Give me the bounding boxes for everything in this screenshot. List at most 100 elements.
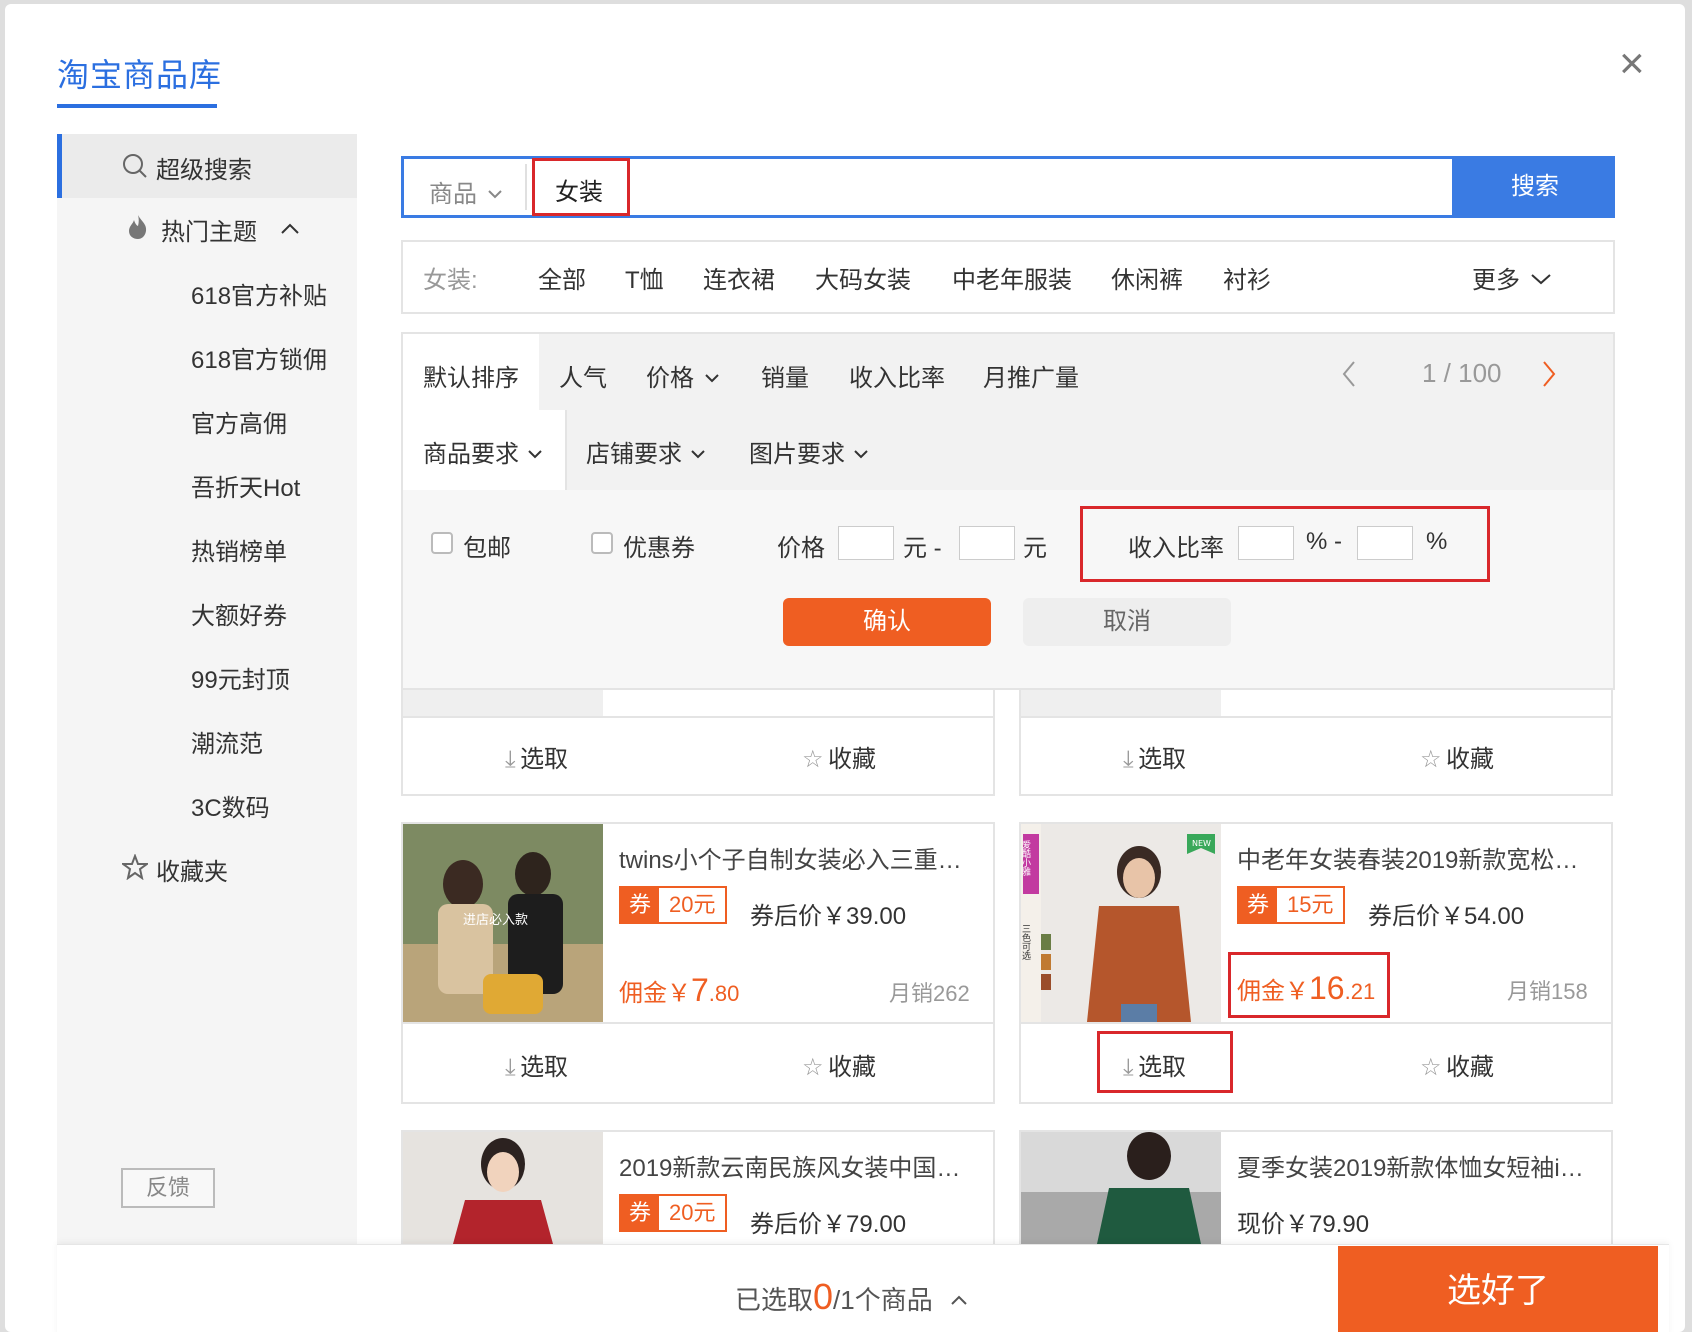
sidebar-item-hot[interactable]: 吾折天Hot: [191, 468, 300, 503]
chevron-right-icon[interactable]: [1541, 360, 1557, 388]
product-image[interactable]: [1021, 1132, 1221, 1244]
card-divider: [403, 1022, 993, 1024]
sidebar-item-high-commission[interactable]: 官方高佣: [191, 404, 287, 439]
sidebar-item-3c-digital[interactable]: 3C数码: [191, 788, 270, 823]
search-button[interactable]: 搜索: [1455, 156, 1615, 218]
price-min-input[interactable]: [838, 526, 894, 560]
coupon-badge: 券 15元: [1237, 886, 1346, 924]
done-button[interactable]: 选好了: [1338, 1246, 1658, 1332]
sidebar-item-trend[interactable]: 潮流范: [191, 724, 263, 759]
monthly-sales: 月销158: [1507, 979, 1588, 1004]
chevron-down-icon: [705, 374, 720, 383]
sort-income-rate[interactable]: 收入比率: [849, 358, 945, 393]
product-title[interactable]: 中老年女装春装2019新款宽松…: [1237, 840, 1578, 875]
image-requirements-dropdown[interactable]: 图片要求: [749, 434, 869, 469]
coupon-value: 20元: [669, 892, 716, 917]
search-icon: [123, 154, 147, 178]
sort-monthly-promo[interactable]: 月推广量: [983, 358, 1079, 393]
category-casual-pants[interactable]: 休闲裤: [1111, 260, 1183, 295]
category-middle-aged[interactable]: 中老年服装: [952, 260, 1072, 295]
favorite-label: 收藏: [827, 746, 876, 773]
sidebar-item-label: 热门主题: [161, 219, 257, 246]
favorite-button[interactable]: ☆ 收藏: [802, 739, 876, 774]
title-underline: [57, 104, 217, 108]
current-price: 现价￥79.90: [1237, 1211, 1370, 1238]
select-label: 选取: [520, 1054, 569, 1081]
select-button[interactable]: ⤓ 选取: [505, 739, 568, 774]
category-more[interactable]: 更多: [1472, 260, 1552, 295]
feedback-button[interactable]: 反馈: [121, 1168, 215, 1208]
chevron-left-icon[interactable]: [1341, 360, 1357, 388]
sort-price[interactable]: 价格: [646, 358, 720, 393]
category-tshirt[interactable]: T恤: [625, 260, 664, 295]
product-title[interactable]: twins小个子自制女装必入三重…: [619, 840, 962, 875]
after-coupon-price: 券后价￥39.00: [750, 903, 907, 930]
sidebar-item-big-coupons[interactable]: 大额好券: [191, 596, 287, 631]
selected-summary[interactable]: 已选取0/1个商品: [735, 1276, 967, 1318]
free-shipping-checkbox[interactable]: [431, 532, 453, 554]
commission-highlight: [1228, 952, 1390, 1018]
after-coupon-price: 券后价￥54.00: [1368, 903, 1525, 930]
favorite-button[interactable]: ☆ 收藏: [1420, 1047, 1494, 1082]
product-image[interactable]: [403, 1132, 603, 1244]
chevron-down-icon: [1531, 274, 1552, 285]
favorite-button[interactable]: ☆ 收藏: [802, 1047, 876, 1082]
card-divider: [1021, 716, 1611, 718]
sidebar-item-618-subsidy[interactable]: 618官方补贴: [191, 276, 327, 311]
category-prefix: 女装:: [423, 267, 478, 294]
search-type-label: 商品: [429, 181, 477, 208]
chevron-up-icon: [951, 1295, 967, 1305]
favorite-button[interactable]: ☆ 收藏: [1420, 739, 1494, 774]
coupon-checkbox[interactable]: [591, 532, 613, 554]
price-label: 价格: [777, 535, 825, 562]
product-requirements-dropdown[interactable]: 商品要求: [423, 434, 543, 469]
sort-sales[interactable]: 销量: [761, 358, 809, 393]
store-requirements-dropdown[interactable]: 店铺要求: [586, 434, 706, 469]
download-icon: ⤓: [1123, 746, 1134, 773]
product-library-modal: 淘宝商品库 × 超级搜索 热门主题 618官方补贴 618官方锁佣 官方高佣 吾…: [5, 4, 1685, 1332]
category-all[interactable]: 全部: [538, 260, 586, 295]
select-button[interactable]: ⤓ 选取: [1123, 739, 1186, 774]
store-requirements-label: 店铺要求: [586, 441, 682, 468]
star-icon: ☆: [802, 1054, 824, 1081]
download-icon: ⤓: [505, 746, 516, 773]
favorite-label: 收藏: [1445, 1054, 1494, 1081]
category-dress[interactable]: 连衣裙: [703, 260, 775, 295]
confirm-button[interactable]: 确认: [783, 598, 991, 646]
star-icon: [122, 854, 148, 880]
category-shirt[interactable]: 衬衫: [1223, 260, 1271, 295]
sort-popularity[interactable]: 人气: [559, 358, 607, 393]
sidebar-item-618-commission[interactable]: 618官方锁佣: [191, 340, 327, 375]
close-icon[interactable]: ×: [1619, 42, 1645, 86]
sort-price-label: 价格: [646, 365, 694, 392]
search-type-select[interactable]: 商品: [429, 174, 503, 209]
select-button[interactable]: ⤓ 选取: [505, 1047, 568, 1082]
coupon-badge: 券 20元: [619, 886, 728, 924]
download-icon: ⤓: [505, 1054, 516, 1081]
price-min-unit: 元 -: [903, 535, 942, 562]
price-max-input[interactable]: [959, 526, 1015, 560]
product-title[interactable]: 2019新款云南民族风女装中国…: [619, 1148, 960, 1183]
coupon-tag: 券: [1239, 888, 1277, 922]
modal-title: 淘宝商品库: [57, 57, 223, 93]
product-image[interactable]: 进店必入款: [403, 824, 603, 1022]
free-shipping-label: 包邮: [463, 535, 511, 562]
product-title[interactable]: 夏季女装2019新款体恤女短袖i…: [1237, 1148, 1584, 1183]
coupon-tag: 券: [621, 1196, 659, 1230]
product-image[interactable]: NEW 三色可选 爱酷小雅: [1021, 824, 1221, 1022]
sidebar-item-bestsellers[interactable]: 热销榜单: [191, 532, 287, 567]
cancel-button[interactable]: 取消: [1023, 598, 1231, 646]
select-label: 选取: [520, 746, 569, 773]
image-side-text: 爱酷小雅: [1021, 840, 1031, 877]
after-coupon-price: 券后价￥79.00: [750, 1211, 907, 1238]
new-badge: NEW: [1192, 839, 1211, 848]
image-note: 三色可选: [1021, 924, 1031, 961]
category-plus-size[interactable]: 大码女装: [815, 260, 911, 295]
star-icon: ☆: [1420, 1054, 1442, 1081]
commission-dec: .80: [708, 981, 740, 1006]
card-divider: [1021, 1022, 1611, 1024]
sidebar-item-99-cap[interactable]: 99元封顶: [191, 660, 290, 695]
commission-int: 7: [691, 972, 709, 1008]
sort-default[interactable]: 默认排序: [423, 358, 519, 393]
star-icon: ☆: [802, 746, 824, 773]
